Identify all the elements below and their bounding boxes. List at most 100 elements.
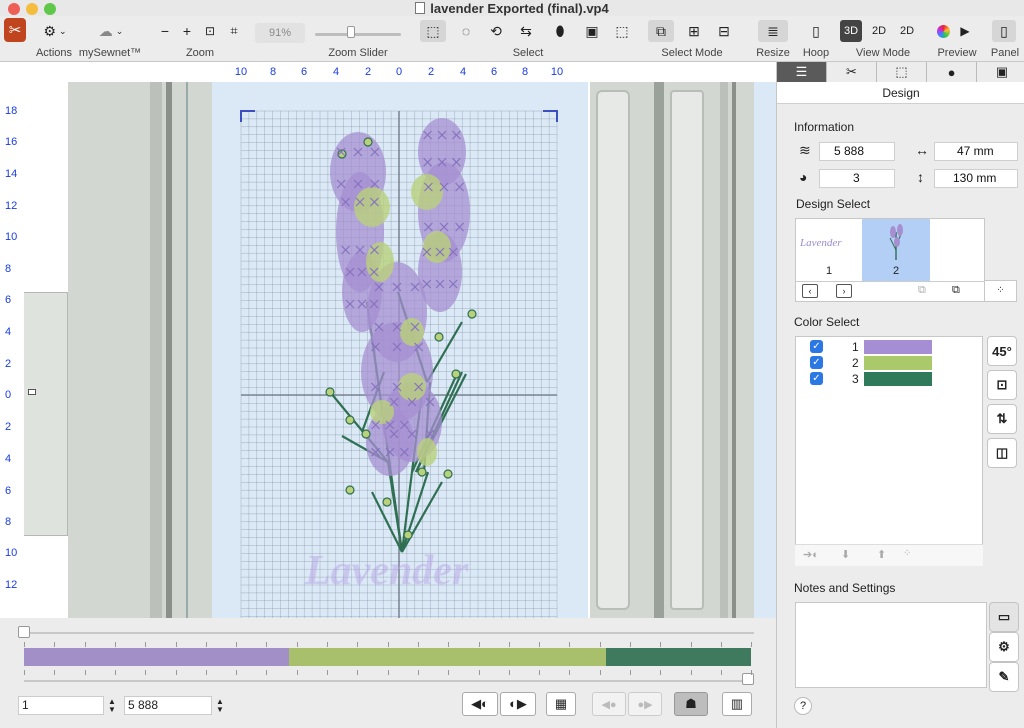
- freehand-select-icon[interactable]: ◌: [456, 20, 476, 42]
- tab-hoop-icon[interactable]: ●: [927, 62, 977, 82]
- color-segment[interactable]: [24, 648, 290, 666]
- timeline-tick: [236, 670, 238, 675]
- zoom-in-button[interactable]: +: [180, 20, 194, 42]
- previous-stop-button[interactable]: ◀●: [592, 692, 626, 716]
- color-swatch: [864, 356, 932, 370]
- end-stitch-field[interactable]: 5 888: [124, 696, 212, 715]
- zoom-percent-field[interactable]: 91%: [255, 23, 305, 43]
- timeline-start-thumb[interactable]: [18, 626, 30, 638]
- rotate-45-button[interactable]: 45°: [987, 336, 1017, 366]
- ruler-left-label: 16: [5, 136, 18, 148]
- color-row[interactable]: ✓ 2: [796, 355, 982, 371]
- mirror-design-icon[interactable]: ◫: [987, 438, 1017, 468]
- flower-bud: [451, 369, 461, 379]
- color-wheel-icon[interactable]: [934, 20, 952, 42]
- box-select-icon[interactable]: ⬚: [420, 20, 446, 42]
- view-2d-button[interactable]: 2D: [868, 20, 890, 42]
- color-visible-checkbox[interactable]: ✓: [810, 340, 823, 353]
- tab-frame-icon[interactable]: ▣: [977, 62, 1024, 82]
- flower-bud: [325, 387, 335, 397]
- tab-selection-icon[interactable]: ⬚: [877, 62, 927, 82]
- color-visible-checkbox[interactable]: ✓: [810, 372, 823, 385]
- zoom-label: Zoom: [185, 47, 215, 59]
- ruler-top-label: 10: [234, 66, 248, 78]
- timeline-tick: [599, 642, 601, 647]
- design-send-back-icon[interactable]: ⧉: [918, 284, 926, 297]
- ruler-left-label: 14: [5, 168, 18, 180]
- color-merge-icon[interactable]: ⁘: [903, 548, 911, 559]
- view-3d-button[interactable]: 3D: [840, 20, 862, 42]
- preview-play-icon[interactable]: ▶: [956, 20, 974, 42]
- hoop-clamp-handle[interactable]: [24, 292, 68, 536]
- select-mode-remove-icon[interactable]: ⊟: [714, 20, 734, 42]
- actions-label: Actions: [35, 47, 73, 59]
- zoom-to-fit-icon[interactable]: ⌗: [226, 20, 242, 42]
- zoom-slider-thumb[interactable]: [347, 26, 355, 38]
- select-all-icon[interactable]: ⟲: [486, 20, 506, 42]
- end-stitch-stepper[interactable]: ▲ ▼: [214, 696, 226, 715]
- settings-gear-icon[interactable]: ⚙: [989, 632, 1019, 662]
- edit-pencil-icon[interactable]: ✎: [989, 662, 1019, 692]
- point-select-icon[interactable]: ⇆: [516, 20, 536, 42]
- design-item-1[interactable]: Lavender 1: [796, 219, 862, 281]
- design-bring-front-icon[interactable]: ⧉: [952, 284, 960, 297]
- select-mode-add-icon[interactable]: ⊞: [684, 20, 704, 42]
- resize-icon[interactable]: ≣: [758, 20, 788, 42]
- color-segment[interactable]: [606, 648, 751, 666]
- view-2d-alt-button[interactable]: 2D: [896, 20, 918, 42]
- color-sequence-bar[interactable]: [24, 648, 751, 666]
- actions-gear-icon[interactable]: ⚙ ⌄: [38, 20, 72, 42]
- start-stitch-stepper[interactable]: ▲ ▼: [106, 696, 118, 715]
- color-segment[interactable]: [289, 648, 607, 666]
- next-stop-button[interactable]: ●▶: [628, 692, 662, 716]
- design-select-heading: Design Select: [796, 197, 871, 211]
- start-stitch-field[interactable]: 1: [18, 696, 104, 715]
- width-field: 47 mm: [934, 142, 1018, 161]
- color-row[interactable]: ✓ 1: [796, 339, 982, 355]
- mysewnet-cloud-icon[interactable]: ☁ ⌄: [94, 20, 128, 42]
- hoop-icon[interactable]: ▯: [806, 20, 826, 42]
- color-visible-checkbox[interactable]: ✓: [810, 356, 823, 369]
- design-item-2[interactable]: 2: [862, 219, 930, 281]
- panel-toggle-icon[interactable]: ▯: [992, 20, 1016, 42]
- timeline-ticks-bottom: [24, 670, 754, 676]
- color-sort-button[interactable]: ▦: [546, 692, 576, 716]
- zoom-out-button[interactable]: −: [158, 20, 172, 42]
- tab-stitch-icon[interactable]: ✂: [827, 62, 877, 82]
- timeline-tick: [599, 670, 601, 675]
- zoom-to-rectangle-icon[interactable]: ⊡: [202, 20, 218, 42]
- hoop-frame-right: [590, 82, 776, 618]
- previous-color-button[interactable]: ◀◐: [462, 692, 498, 716]
- width-icon: ↔: [915, 142, 929, 158]
- color-select-icon[interactable]: ⬮: [550, 20, 570, 42]
- zoom-slider-track[interactable]: [315, 33, 401, 36]
- select-label: Select: [512, 47, 544, 59]
- help-button[interactable]: ?: [794, 697, 812, 715]
- notes-comment-icon[interactable]: ▭: [989, 602, 1019, 632]
- design-select-extra[interactable]: ⁘: [985, 280, 1017, 302]
- color-move-down-icon[interactable]: ⬇: [841, 548, 850, 561]
- select-inverse-icon[interactable]: ⬚: [612, 20, 632, 42]
- design-svg[interactable]: Lavender: [212, 82, 588, 618]
- design-prev-icon[interactable]: ‹: [802, 284, 818, 298]
- timeline-end-slider-track[interactable]: [24, 680, 754, 682]
- notes-area[interactable]: [795, 602, 987, 688]
- design-canvas[interactable]: Lavender: [24, 82, 776, 618]
- select-by-area-icon[interactable]: ▣: [582, 20, 602, 42]
- flip-vertical-icon[interactable]: ⇅: [987, 404, 1017, 434]
- next-color-button[interactable]: ◐▶: [500, 692, 536, 716]
- timeline-slider-track[interactable]: [24, 632, 754, 634]
- center-design-icon[interactable]: ⊡: [987, 370, 1017, 400]
- color-move-up-icon[interactable]: ⬆: [877, 548, 886, 561]
- timeline-tick: [114, 670, 116, 675]
- ghost-mode-button[interactable]: ☗: [674, 692, 708, 716]
- tab-design-icon[interactable]: ☰: [777, 62, 827, 82]
- app-logo-button[interactable]: ✂: [4, 18, 26, 42]
- design-next-icon[interactable]: ›: [836, 284, 852, 298]
- color-apply-icon[interactable]: ➔◐: [803, 548, 819, 561]
- color-number: 2: [852, 356, 859, 370]
- select-mode-group-icon[interactable]: ⧉: [648, 20, 674, 42]
- color-row[interactable]: ✓ 3: [796, 371, 982, 387]
- top-ruler: 10 8 6 4 2 0 2 4 6 8 10: [0, 62, 776, 82]
- stitch-view-button[interactable]: ▥: [722, 692, 752, 716]
